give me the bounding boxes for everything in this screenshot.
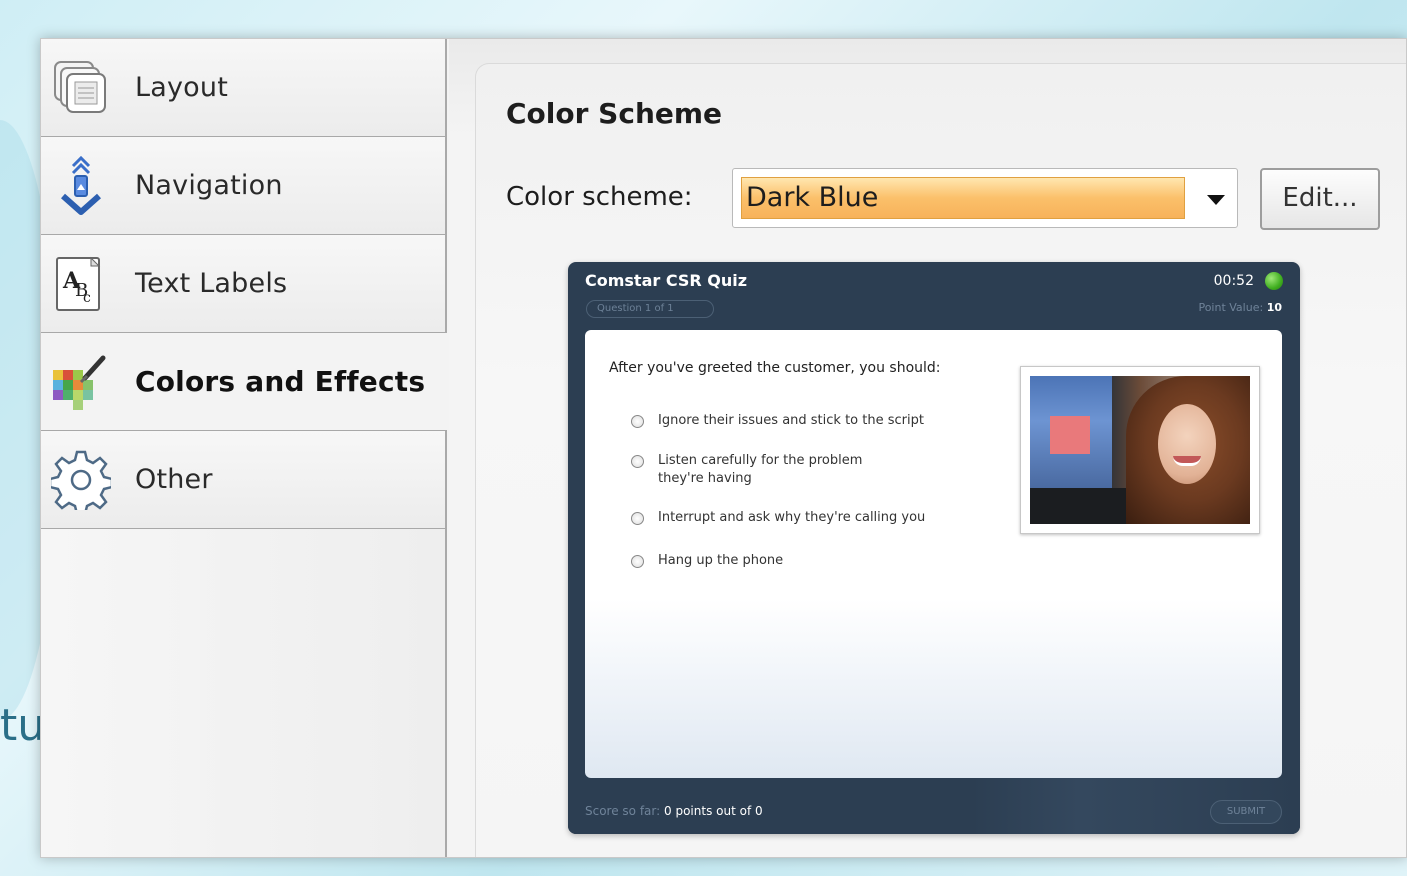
quiz-photo: [1020, 366, 1260, 534]
sidebar-item-navigation[interactable]: Navigation: [41, 137, 445, 235]
point-value-number: 10: [1266, 301, 1282, 314]
radio-icon: [631, 555, 644, 568]
quiz-question: After you've greeted the customer, you s…: [609, 360, 941, 376]
sidebar-item-label: Layout: [135, 72, 228, 103]
submit-button: SUBMIT: [1210, 800, 1282, 824]
sidebar-item-label: Other: [135, 464, 213, 495]
quiz-option-text: Hang up the phone: [658, 553, 784, 568]
sidebar-item-label: Colors and Effects: [135, 365, 426, 398]
radio-icon: [631, 415, 644, 428]
quiz-option-text: Listen carefully for the problem they're…: [658, 453, 863, 486]
point-value: Point Value: 10: [1198, 301, 1282, 314]
quiz-option-text: Ignore their issues and stick to the scr…: [658, 413, 924, 428]
svg-text:c: c: [83, 290, 91, 306]
sidebar-item-label: Text Labels: [135, 268, 288, 299]
color-scheme-dropdown[interactable]: Dark Blue: [732, 168, 1238, 228]
chevron-down-icon[interactable]: [1207, 195, 1225, 205]
sidebar-item-colors-and-effects[interactable]: Colors and Effects: [41, 333, 447, 431]
layout-icon: [51, 58, 111, 118]
question-number: Question 1 of 1: [586, 300, 714, 318]
color-scheme-value: Dark Blue: [741, 177, 1185, 219]
quiz-option: Interrupt and ask why they're calling yo…: [631, 509, 961, 527]
sidebar-item-layout[interactable]: Layout: [41, 39, 445, 137]
color-scheme-label: Color scheme:: [506, 182, 693, 212]
sidebar-item-other[interactable]: Other: [41, 431, 445, 529]
quiz-footer: Score so far: 0 points out of 0 SUBMIT: [568, 778, 1300, 834]
section-title: Color Scheme: [506, 97, 723, 130]
quiz-title: Comstar CSR Quiz: [585, 271, 748, 290]
score-label: Score so far:: [585, 804, 661, 818]
settings-window: Layout Navigation A B c Text Labels Colo…: [40, 38, 1407, 858]
background-text-fragment: tu: [0, 700, 42, 751]
edit-button[interactable]: Edit...: [1260, 168, 1380, 230]
colors-effects-icon: [51, 352, 111, 412]
text-labels-icon: A B c: [51, 254, 111, 314]
sidebar-item-text-labels[interactable]: A B c Text Labels: [41, 235, 445, 333]
sidebar-item-label: Navigation: [135, 170, 283, 201]
quiz-preview: Comstar CSR Quiz 00:52 Question 1 of 1 P…: [568, 262, 1300, 834]
status-light-icon: [1265, 272, 1283, 290]
sidebar: Layout Navigation A B c Text Labels Colo…: [41, 39, 447, 857]
gear-icon: [48, 450, 114, 516]
quiz-option: Listen carefully for the problem they're…: [631, 452, 911, 488]
quiz-option-text: Interrupt and ask why they're calling yo…: [658, 510, 926, 525]
score: Score so far: 0 points out of 0: [585, 804, 763, 818]
quiz-photo-image: [1030, 376, 1250, 524]
radio-icon: [631, 455, 644, 468]
color-scheme-card: Color Scheme Color scheme: Dark Blue Edi…: [475, 63, 1406, 857]
point-value-label: Point Value:: [1198, 301, 1264, 314]
score-value: 0 points out of 0: [664, 804, 763, 818]
quiz-timer: 00:52: [1213, 273, 1254, 289]
quiz-option: Ignore their issues and stick to the scr…: [631, 412, 961, 430]
main-panel: Color Scheme Color scheme: Dark Blue Edi…: [449, 39, 1406, 857]
quiz-body: After you've greeted the customer, you s…: [585, 330, 1282, 778]
quiz-option: Hang up the phone: [631, 552, 961, 570]
radio-icon: [631, 512, 644, 525]
navigation-icon: [51, 155, 111, 216]
